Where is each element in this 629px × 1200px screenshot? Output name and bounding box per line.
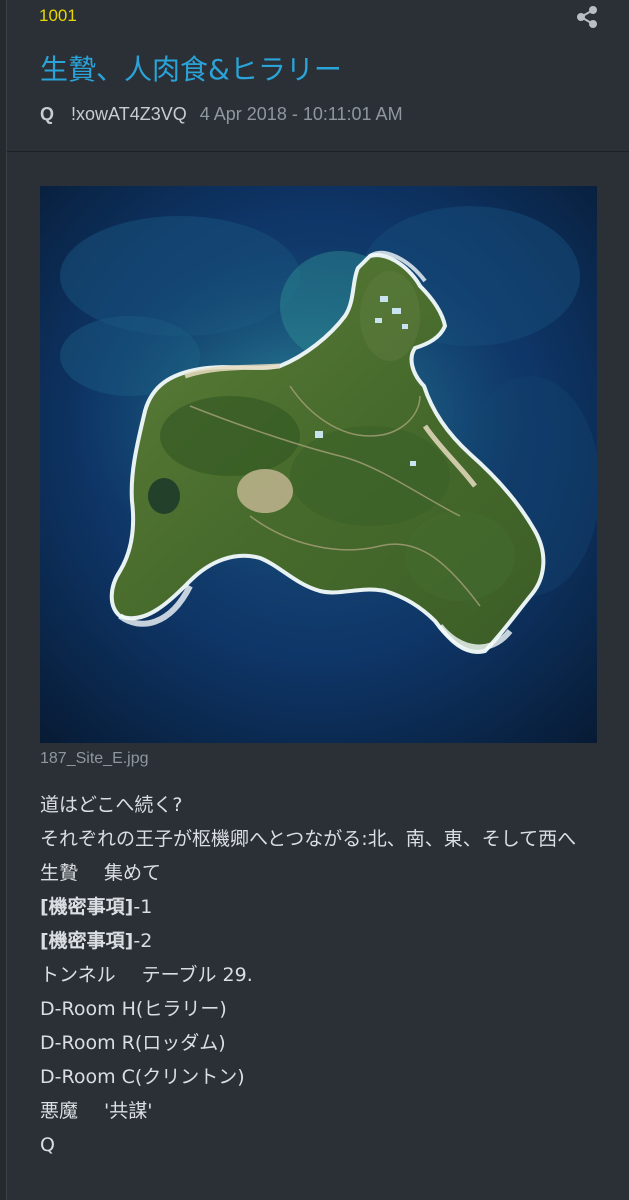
body-text-segment: '共謀' — [104, 1100, 153, 1122]
body-text-segment: -1 — [133, 896, 153, 918]
body-text-segment: -2 — [133, 930, 153, 952]
author-name: Q — [40, 104, 55, 124]
body-text-segment: 悪魔 — [40, 1100, 79, 1122]
redacted-label: [機密事項] — [40, 930, 134, 952]
body-line: 道はどこへ続く? — [40, 794, 183, 816]
redacted-label: [機密事項] — [40, 896, 134, 918]
header-divider — [7, 151, 629, 152]
share-icon[interactable] — [572, 4, 602, 30]
body-line: D-Room H(ヒラリー) — [40, 998, 227, 1020]
post-container: 1001 生贄、人肉食&ヒラリー Q !xowAT4Z3VQ 4 Apr 201… — [6, 0, 629, 1200]
body-signature: Q — [40, 1134, 55, 1156]
post-body: 道はどこへ続く? それぞれの王子が枢機卿へとつながる:北、南、東、そして西へ 生… — [40, 788, 600, 1162]
post-timestamp: 4 Apr 2018 - 10:11:01 AM — [199, 104, 403, 124]
attachment-image[interactable] — [40, 186, 597, 743]
body-text-segment: 集めて — [104, 862, 162, 884]
body-line: [機密事項]-2 — [40, 924, 600, 958]
attachment-filename[interactable]: 187_Site_E.jpg — [40, 750, 149, 768]
aerial-island-photo — [40, 186, 597, 743]
body-line: D-Room R(ロッダム) — [40, 1032, 226, 1054]
body-line: [機密事項]-1 — [40, 890, 600, 924]
post-number[interactable]: 1001 — [39, 6, 77, 26]
body-line: 悪魔 '共謀' — [40, 1094, 600, 1128]
body-text-segment: 生贄 — [40, 862, 79, 884]
body-line: 生贄 集めて — [40, 856, 600, 890]
author-tripcode: !xowAT4Z3VQ — [71, 104, 187, 124]
body-line: D-Room C(クリントン) — [40, 1066, 245, 1088]
post-title: 生贄、人肉食&ヒラリー — [40, 53, 342, 86]
body-line: トンネル テーブル 29. — [40, 958, 600, 992]
body-text-segment: テーブル 29. — [141, 964, 253, 986]
body-text-segment: トンネル — [40, 964, 116, 986]
body-line: それぞれの王子が枢機卿へとつながる:北、南、東、そして西へ — [40, 828, 577, 850]
post-meta: Q !xowAT4Z3VQ 4 Apr 2018 - 10:11:01 AM — [40, 104, 403, 125]
